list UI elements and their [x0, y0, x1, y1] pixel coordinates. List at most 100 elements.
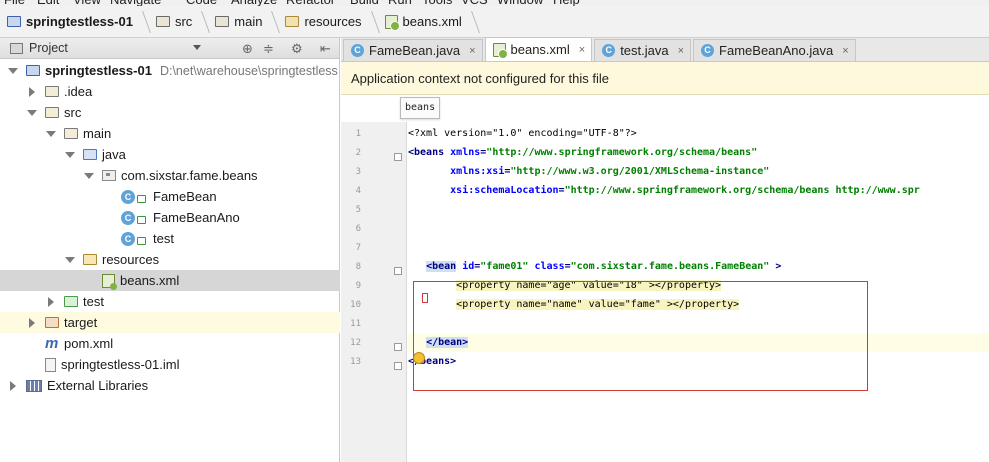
tree-node-target[interactable]: target — [0, 312, 340, 333]
line-number: 12 — [350, 338, 361, 348]
fold-toggle-icon[interactable] — [394, 153, 402, 161]
code-token: "http://www.springframework.org/schema/b… — [486, 147, 758, 158]
breadcrumb-label: beans.xml — [402, 14, 462, 29]
annotation-highlight-box — [413, 281, 868, 391]
breadcrumb-label: springtestless-01 — [26, 14, 133, 29]
line-number: 9 — [355, 281, 361, 291]
maven-icon: m — [45, 335, 59, 352]
access-lock-icon — [137, 216, 146, 224]
tree-node-path: D:\net\warehouse\springtestless — [159, 63, 338, 78]
notification-banner: Application context not configured for t… — [341, 62, 989, 95]
scroll-from-source-icon[interactable]: ⊕ — [242, 41, 253, 57]
breadcrumb-springtestless-01[interactable]: springtestless-01 — [4, 6, 139, 37]
package-icon — [102, 170, 116, 181]
tree-node-springtestless-01-iml[interactable]: springtestless-01.iml — [0, 354, 340, 375]
tab-famebean-java[interactable]: C FameBean.java × — [343, 39, 483, 61]
editor-gutter: 1 2 3 4 5 6 7 8 9 10 11 12 13 — [341, 122, 407, 462]
line-number: 11 — [350, 319, 361, 329]
tree-node-pom-xml[interactable]: m pom.xml — [0, 333, 340, 354]
code-token: "com.sixstar.fame.beans.FameBean" — [570, 261, 770, 272]
resources-folder-icon — [285, 16, 300, 27]
tree-node-src[interactable]: src — [0, 102, 340, 123]
code-token: "http://www.w3.org/2001/XMLSchema-instan… — [510, 166, 770, 177]
close-tab-icon[interactable]: × — [579, 44, 585, 56]
tab-label: FameBeanAno.java — [719, 43, 834, 58]
folder-icon — [155, 16, 170, 27]
breadcrumb-main[interactable]: main — [212, 6, 268, 37]
folder-icon — [64, 128, 78, 139]
libraries-icon — [26, 379, 42, 392]
code-line: <bean id="fame01" class="com.sixstar.fam… — [408, 257, 989, 276]
line-number: 5 — [355, 205, 361, 215]
tab-label: FameBean.java — [369, 43, 461, 58]
test-folder-icon — [64, 296, 78, 307]
tree-node-label: resources — [102, 252, 160, 267]
editor-area: C FameBean.java × beans.xml × Ctest.java × C Fam… — [341, 37, 989, 462]
close-tab-icon[interactable]: × — [678, 45, 684, 57]
xml-breadcrumb-popup[interactable]: beans — [400, 97, 441, 119]
breadcrumb-resources[interactable]: resources — [282, 6, 367, 37]
hide-panel-icon[interactable]: ⇤ — [320, 41, 331, 57]
collapsed-chevron-icon[interactable] — [10, 380, 16, 391]
tree-node-label: FameBeanAno — [153, 210, 240, 225]
navigation-bar: springtestless-01 src main resources beans.x… — [0, 6, 989, 38]
tree-node-label: External Libraries — [47, 378, 149, 393]
collapsed-chevron-icon[interactable] — [29, 86, 35, 97]
tree-node-idea[interactable]: .idea — [0, 81, 340, 102]
folder-icon — [45, 107, 59, 118]
code-token: <bean — [426, 261, 457, 272]
tab-famebeanano-java[interactable]: C FameBeanAno.java × — [693, 39, 856, 61]
breadcrumb-beans-xml[interactable]: beans.xml — [382, 6, 468, 37]
collapse-all-icon[interactable]: ≑ — [263, 41, 274, 57]
tree-node-famebeanano[interactable]: C FameBeanAno — [0, 207, 340, 228]
tree-node-famebean[interactable]: C FameBean — [0, 186, 340, 207]
tree-node-main[interactable]: main — [0, 123, 340, 144]
close-tab-icon[interactable]: × — [842, 45, 848, 57]
expanded-chevron-icon[interactable] — [65, 151, 75, 158]
expanded-chevron-icon[interactable] — [65, 256, 75, 263]
tree-node-java[interactable]: java — [0, 144, 340, 165]
tree-node-springtestless-01[interactable]: springtestless-01 D:\net\warehouse\spring… — [0, 60, 340, 81]
tab-beans-xml[interactable]: beans.xml × — [484, 37, 593, 61]
code-token: class — [534, 261, 565, 272]
tree-node-test[interactable]: test — [0, 291, 340, 312]
fold-toggle-icon[interactable] — [394, 362, 402, 370]
project-icon — [10, 42, 23, 54]
close-tab-icon[interactable]: × — [469, 45, 475, 57]
tab-test-java[interactable]: Ctest.java × — [594, 39, 692, 61]
runnable-class-icon: C — [121, 231, 135, 246]
expanded-chevron-icon[interactable] — [8, 67, 18, 74]
tree-node-com-sixstar-fame-beans[interactable]: com.sixstar.fame.beans — [0, 165, 340, 186]
tree-node-test[interactable]: Ctest — [0, 228, 340, 249]
tree-node-label: springtestless-01 — [45, 63, 152, 78]
settings-gear-icon[interactable]: ⚙ — [291, 41, 303, 57]
expanded-chevron-icon[interactable] — [46, 130, 56, 137]
expanded-chevron-icon[interactable] — [84, 172, 94, 179]
tree-node-resources[interactable]: resources — [0, 249, 340, 270]
folder-icon — [215, 16, 230, 27]
class-icon: C — [121, 189, 135, 204]
code-token: <beans — [408, 147, 451, 158]
source-folder-icon — [83, 149, 97, 160]
collapsed-chevron-icon[interactable] — [48, 296, 54, 307]
view-mode-dropdown-icon[interactable] — [193, 45, 201, 50]
notification-text: Application context not configured for t… — [351, 70, 609, 86]
code-token: xmlns:xsi — [450, 166, 505, 177]
project-folder-icon — [26, 65, 40, 76]
line-number: 10 — [350, 300, 361, 310]
breadcrumb-src[interactable]: src — [153, 6, 198, 37]
tree-node-external-libraries[interactable]: External Libraries — [0, 375, 340, 396]
collapsed-chevron-icon[interactable] — [29, 317, 35, 328]
access-lock-icon — [137, 195, 146, 203]
fold-toggle-icon[interactable] — [394, 343, 402, 351]
class-icon: C — [701, 44, 715, 57]
fold-toggle-icon[interactable] — [394, 267, 402, 275]
tree-node-label: src — [64, 105, 82, 120]
intention-lightbulb-icon[interactable] — [413, 352, 425, 364]
expanded-chevron-icon[interactable] — [27, 109, 37, 116]
line-number: 6 — [355, 224, 361, 234]
tree-node-beans-xml[interactable]: beans.xml — [0, 270, 340, 291]
